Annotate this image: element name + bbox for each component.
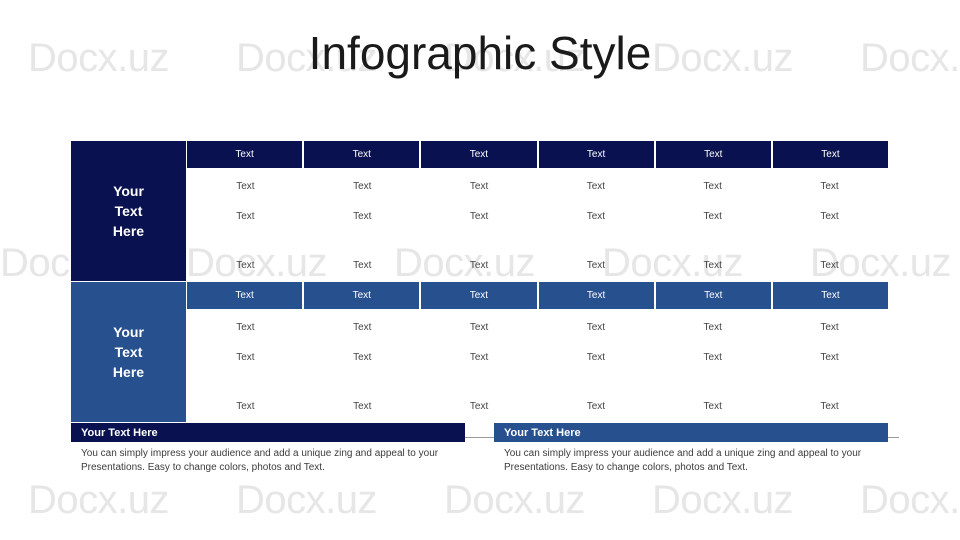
table-cell: Text bbox=[353, 321, 372, 333]
table-cell: Text bbox=[469, 321, 489, 333]
table-section-2: Your Text Here Text Text Text Text Text … bbox=[71, 282, 889, 422]
table-row: Text Text Text Text Text Text bbox=[187, 347, 888, 367]
table-cell: Text bbox=[236, 321, 255, 333]
section-1-side-label: Your Text Here bbox=[71, 141, 186, 281]
table-cell: Text bbox=[820, 321, 839, 333]
table-row: Text Text Text Text Text Text bbox=[187, 317, 888, 337]
callout-connector-stub bbox=[888, 437, 899, 438]
watermark-text: Docx.uz bbox=[28, 478, 170, 522]
table-cell: Text bbox=[353, 180, 372, 192]
table-cell: Text bbox=[586, 321, 606, 333]
callout-right-heading: Your Text Here bbox=[494, 423, 888, 442]
table-header-cell[interactable]: Text bbox=[655, 141, 771, 168]
table-cell: Text bbox=[820, 259, 839, 271]
table-cell: Text bbox=[353, 351, 372, 363]
infographic-table: Your Text Here Text Text Text Text Text … bbox=[71, 141, 889, 423]
table-header-cell[interactable]: Text bbox=[304, 141, 420, 168]
table-cell: Text bbox=[353, 259, 372, 271]
table-cell: Text bbox=[469, 351, 489, 363]
table-cell: Text bbox=[236, 259, 255, 271]
callout-left: Your Text Here You can simply impress yo… bbox=[71, 423, 465, 475]
table-cell: Text bbox=[586, 400, 606, 412]
watermark-text: Docx.uz bbox=[444, 478, 586, 522]
section-2-header-row: Text Text Text Text Text Text bbox=[187, 282, 889, 309]
table-cell: Text bbox=[820, 180, 839, 192]
section-2-label-line-2: Text bbox=[114, 344, 143, 360]
table-header-cell[interactable]: Text bbox=[772, 141, 889, 168]
table-header-cell[interactable]: Text bbox=[421, 282, 537, 309]
slide-canvas: Docx.uzDocx.uzDocx.uzDocx.uzDocx.uzDocx.… bbox=[0, 0, 960, 540]
table-cell: Text bbox=[586, 180, 606, 192]
section-2-side-label: Your Text Here bbox=[71, 282, 186, 422]
table-header-cell[interactable]: Text bbox=[304, 282, 420, 309]
table-header-cell[interactable]: Text bbox=[187, 141, 303, 168]
table-cell: Text bbox=[820, 210, 839, 222]
section-1-label-line-1: Your bbox=[113, 183, 144, 199]
table-row: Text Text Text Text Text Text bbox=[187, 176, 888, 196]
table-cell: Text bbox=[703, 259, 722, 271]
table-header-cell[interactable]: Text bbox=[187, 282, 303, 309]
table-cell: Text bbox=[703, 210, 722, 222]
table-cell: Text bbox=[586, 210, 606, 222]
table-cell: Text bbox=[703, 321, 722, 333]
table-cell: Text bbox=[469, 210, 489, 222]
callout-left-heading: Your Text Here bbox=[71, 423, 465, 442]
section-2-label-line-1: Your bbox=[113, 324, 144, 340]
table-header-cell[interactable]: Text bbox=[655, 282, 771, 309]
section-2-grid: Text Text Text Text Text Text Text Text … bbox=[187, 282, 889, 422]
table-cell: Text bbox=[353, 210, 372, 222]
table-header-cell[interactable]: Text bbox=[421, 141, 537, 168]
table-cell: Text bbox=[236, 210, 255, 222]
table-cell: Text bbox=[469, 400, 489, 412]
table-cell: Text bbox=[353, 400, 372, 412]
table-row: Text Text Text Text Text Text bbox=[187, 206, 888, 226]
table-cell: Text bbox=[236, 180, 255, 192]
watermark-text: Docx.uz bbox=[652, 478, 794, 522]
table-cell: Text bbox=[469, 180, 489, 192]
table-row: Text Text Text Text Text Text bbox=[187, 396, 888, 416]
table-cell: Text bbox=[703, 180, 722, 192]
table-cell: Text bbox=[236, 400, 255, 412]
table-cell: Text bbox=[820, 400, 839, 412]
table-row: Text Text Text Text Text Text bbox=[187, 255, 888, 275]
callout-connector-line bbox=[465, 437, 495, 438]
table-cell: Text bbox=[236, 351, 255, 363]
section-1-label-line-2: Text bbox=[114, 203, 143, 219]
table-header-cell[interactable]: Text bbox=[772, 282, 889, 309]
section-1-grid: Text Text Text Text Text Text Text Text … bbox=[187, 141, 889, 281]
page-title: Infographic Style bbox=[308, 27, 652, 79]
table-header-cell[interactable]: Text bbox=[538, 141, 654, 168]
watermark-text: Docx.uz bbox=[860, 478, 960, 522]
table-header-cell[interactable]: Text bbox=[538, 282, 654, 309]
table-section-1: Your Text Here Text Text Text Text Text … bbox=[71, 141, 889, 281]
callout-right-body: You can simply impress your audience and… bbox=[504, 448, 862, 473]
section-1-header-row: Text Text Text Text Text Text bbox=[187, 141, 889, 168]
callout-right: Your Text Here You can simply impress yo… bbox=[494, 423, 888, 475]
watermark-text: Docx.uz bbox=[236, 478, 378, 522]
table-cell: Text bbox=[469, 259, 489, 271]
table-cell: Text bbox=[820, 351, 839, 363]
table-cell: Text bbox=[703, 400, 722, 412]
table-cell: Text bbox=[586, 351, 606, 363]
callout-left-body: You can simply impress your audience and… bbox=[81, 448, 439, 473]
table-cell: Text bbox=[586, 259, 606, 271]
section-1-label-line-3: Here bbox=[112, 223, 145, 239]
table-cell: Text bbox=[703, 351, 722, 363]
section-2-label-line-3: Here bbox=[112, 364, 145, 380]
